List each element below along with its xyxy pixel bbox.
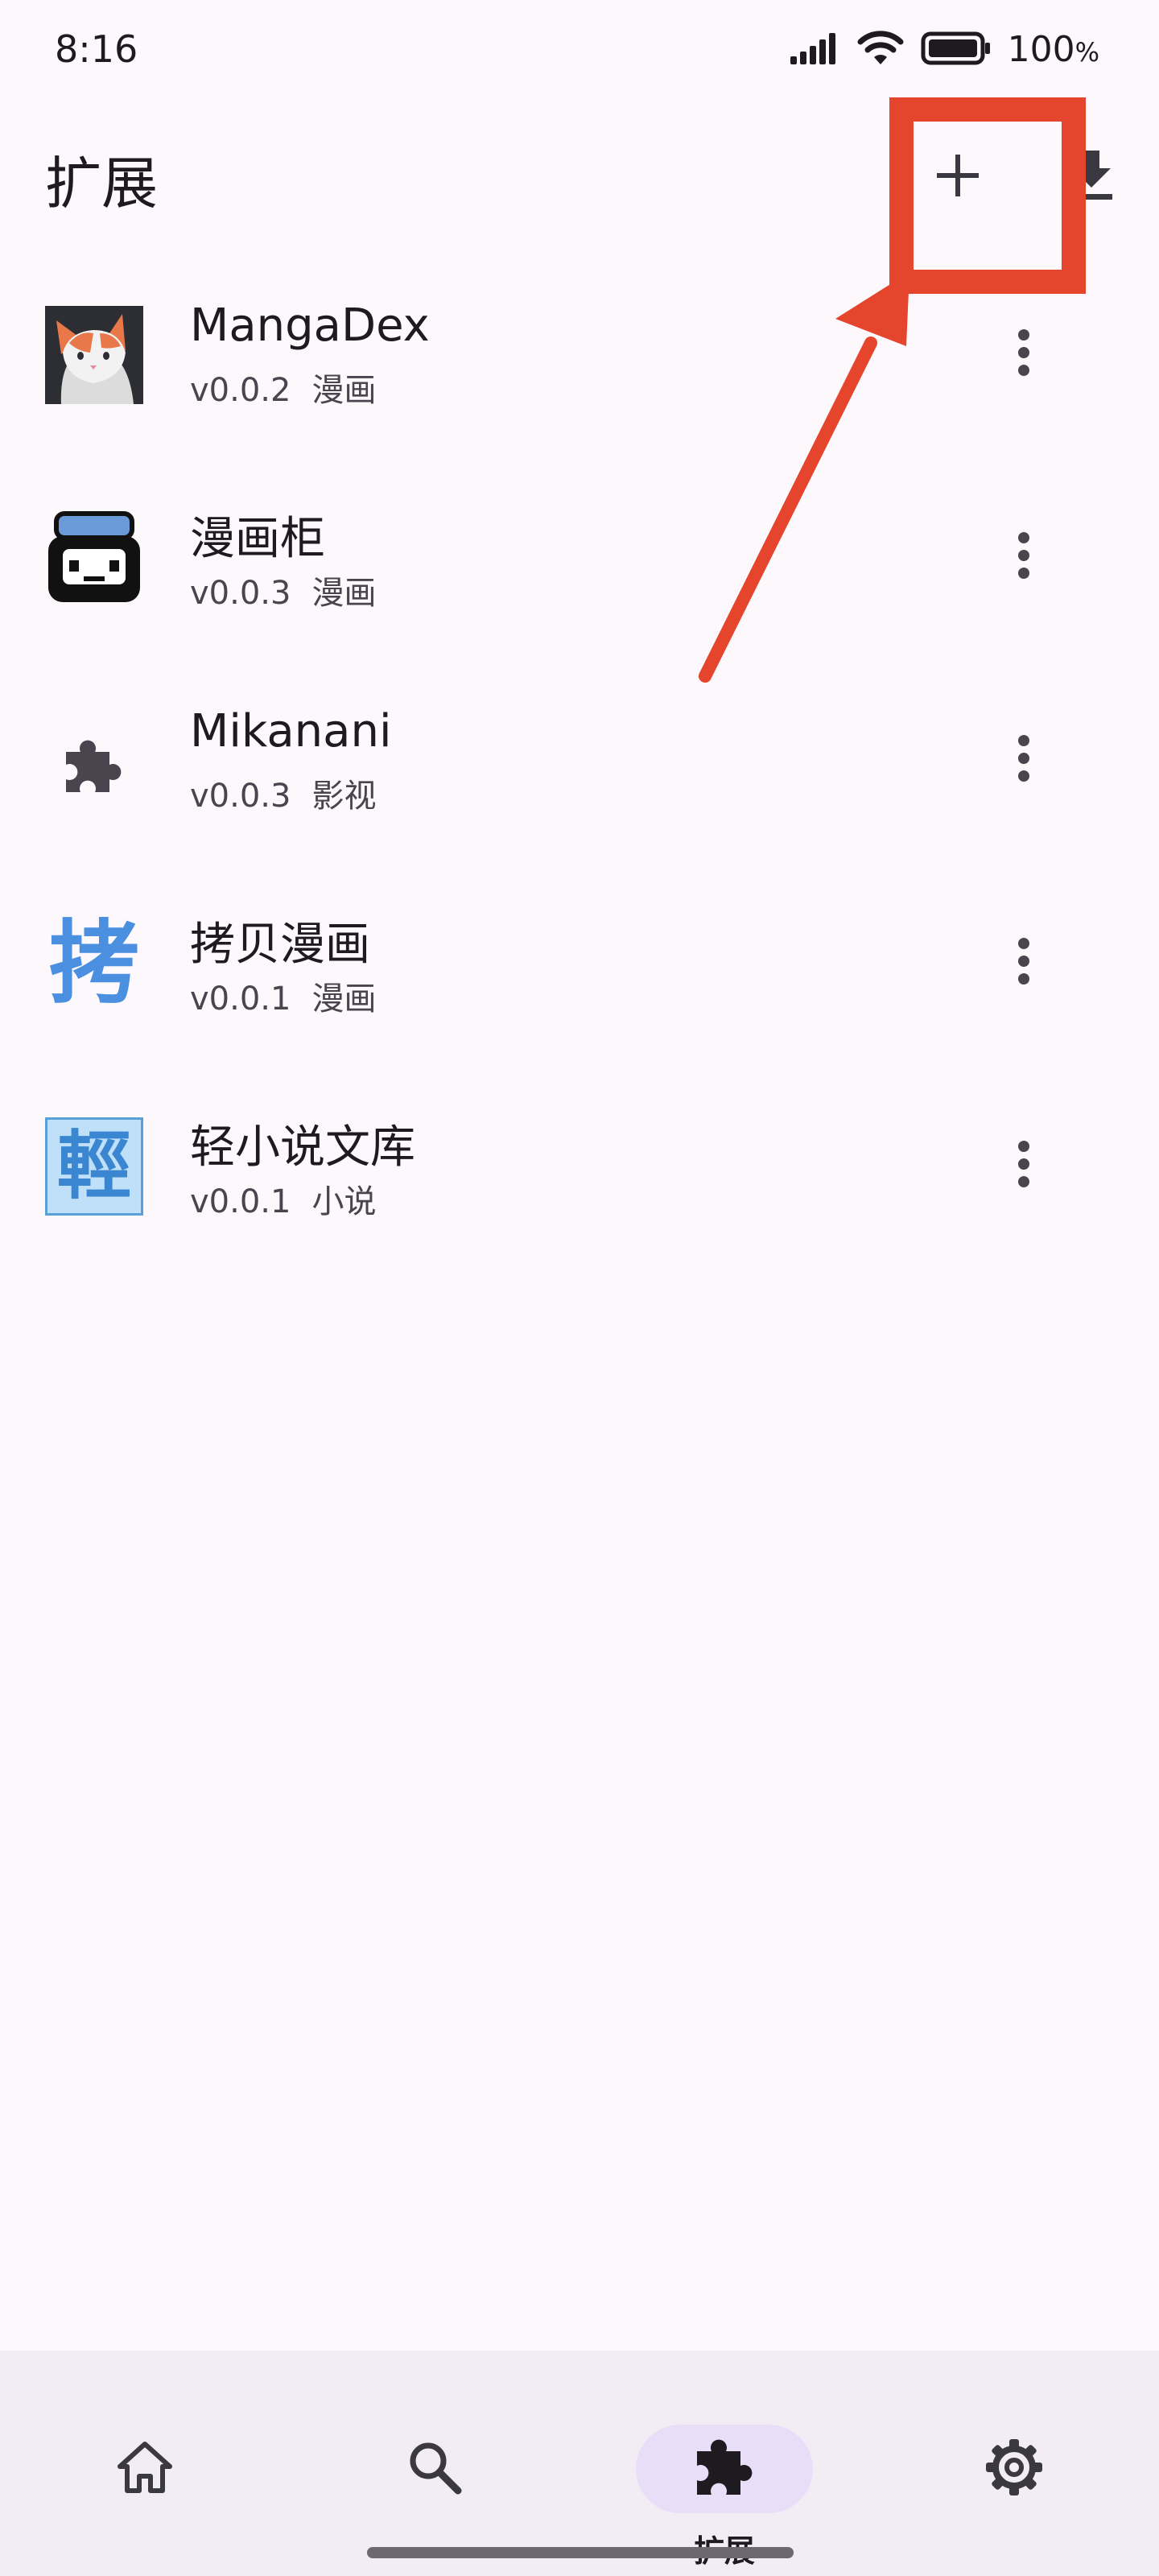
more-options-button[interactable] <box>984 314 1064 394</box>
nav-pill <box>346 2425 523 2513</box>
puzzle-icon <box>45 712 143 810</box>
extension-meta: v0.0.1 漫画 <box>190 972 376 1019</box>
extension-name: 拷贝漫画 <box>190 919 370 971</box>
extension-name: MangaDex <box>190 299 430 352</box>
wenku8-logo-glyph: 輕 <box>56 1123 131 1209</box>
extension-meta: v0.0.3 漫画 <box>190 567 376 613</box>
extension-version: v0.0.1 <box>190 1183 291 1220</box>
bottom-navigation: 扩展 <box>0 2351 1159 2576</box>
extension-name: 漫画柜 <box>190 513 325 565</box>
more-vert-icon <box>1016 734 1032 786</box>
wenku8-logo: 輕 <box>45 1117 143 1216</box>
settings-icon <box>984 2438 1044 2500</box>
extension-meta: v0.0.1 小说 <box>190 1175 376 1222</box>
extension-type: 漫画 <box>311 980 377 1018</box>
extension-icon <box>692 2435 757 2503</box>
extension-type: 漫画 <box>311 575 377 612</box>
extension-item-copymanga[interactable]: 拷 拷贝漫画 v0.0.1 漫画 <box>0 882 1159 1085</box>
copymanga-logo-glyph: 拷 <box>49 914 139 1013</box>
nav-item-search[interactable] <box>338 2383 531 2544</box>
search-icon <box>406 2439 463 2499</box>
extension-version: v0.0.2 <box>190 372 291 409</box>
extension-version: v0.0.3 <box>190 778 291 815</box>
more-options-button[interactable] <box>984 1125 1064 1206</box>
more-vert-icon <box>1016 531 1032 583</box>
nav-pill <box>926 2425 1103 2513</box>
extension-meta: v0.0.2 漫画 <box>190 364 376 411</box>
extension-name: 轻小说文库 <box>190 1121 415 1174</box>
nav-pill <box>56 2425 233 2513</box>
extension-type: 小说 <box>311 1183 377 1220</box>
manhuagui-logo <box>45 509 143 607</box>
extension-item-wenku8[interactable]: 輕 轻小说文库 v0.0.1 小说 <box>0 1085 1159 1288</box>
extension-meta: v0.0.3 影视 <box>190 770 376 816</box>
more-vert-icon <box>1016 1140 1032 1191</box>
nav-pill-active <box>636 2425 813 2513</box>
mangadex-logo <box>45 306 143 404</box>
more-options-button[interactable] <box>984 517 1064 597</box>
nav-item-settings[interactable] <box>918 2383 1111 2544</box>
extension-version: v0.0.3 <box>190 575 291 612</box>
extension-item-mangadex[interactable]: MangaDex v0.0.2 漫画 <box>0 274 1159 477</box>
extension-type: 漫画 <box>311 372 377 409</box>
extension-list: MangaDex v0.0.2 漫画 漫画柜 v0.0.3 漫画 Mikanan… <box>0 274 1159 1288</box>
home-icon <box>117 2441 173 2497</box>
gesture-handle[interactable] <box>367 2547 794 2558</box>
more-options-button[interactable] <box>984 923 1064 1003</box>
more-vert-icon <box>1016 328 1032 380</box>
extension-item-mikanani[interactable]: Mikanani v0.0.3 影视 <box>0 679 1159 882</box>
extension-item-manhuagui[interactable]: 漫画柜 v0.0.3 漫画 <box>0 477 1159 679</box>
extension-name: Mikanani <box>190 705 392 758</box>
nav-item-extensions[interactable]: 扩展 <box>628 2383 821 2569</box>
more-vert-icon <box>1016 937 1032 989</box>
more-options-button[interactable] <box>984 720 1064 800</box>
copymanga-logo: 拷 <box>45 914 143 1013</box>
nav-item-home[interactable] <box>48 2383 241 2544</box>
extension-type: 影视 <box>311 778 377 815</box>
extension-version: v0.0.1 <box>190 980 291 1018</box>
